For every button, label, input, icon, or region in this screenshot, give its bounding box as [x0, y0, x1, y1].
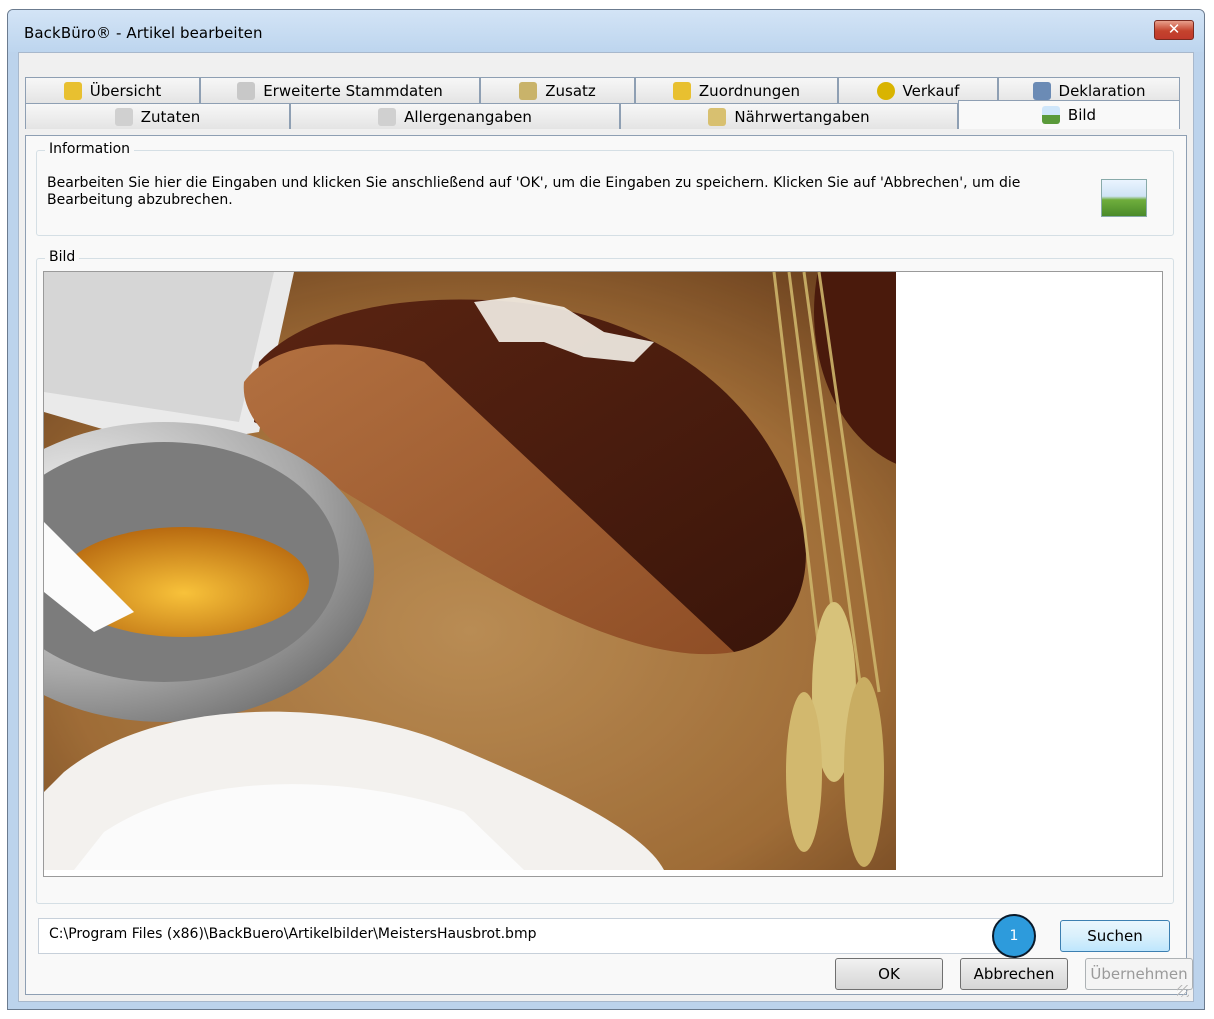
step-marker: 1: [992, 914, 1036, 958]
tab-label: Zuordnungen: [698, 81, 801, 100]
tab-allergenangaben[interactable]: Allergenangaben: [290, 103, 620, 129]
tab-erweiterte-stammdaten[interactable]: Erweiterte Stammdaten: [200, 77, 480, 103]
tab-label: Deklaration: [1058, 81, 1146, 100]
folder-icon: [63, 81, 82, 100]
tab-label: Bild: [1067, 106, 1097, 124]
tab-uebersicht[interactable]: Übersicht: [25, 77, 200, 103]
close-icon: ✕: [1167, 20, 1181, 38]
information-legend: Information: [45, 141, 135, 157]
picture-icon: [1041, 106, 1060, 124]
image-preview: [43, 271, 1163, 877]
image-group: Bild: [36, 249, 1174, 904]
bread-photo: [44, 272, 896, 870]
window-title: BackBüro® - Artikel bearbeiten: [24, 24, 263, 42]
tab-panel-bild: Information Bearbeiten Sie hier die Eing…: [25, 135, 1187, 995]
printer-icon: [237, 81, 256, 100]
image-legend: Bild: [45, 249, 80, 265]
resize-grip[interactable]: [1177, 985, 1189, 997]
tab-label: Verkauf: [902, 81, 960, 100]
information-text: Bearbeiten Sie hier die Eingaben und kli…: [47, 175, 1021, 208]
tab-label: Übersicht: [89, 81, 162, 100]
document-warning-icon: [378, 107, 397, 126]
jar-icon: [708, 107, 727, 126]
document-icon: [114, 107, 133, 126]
tab-zuordnungen[interactable]: Zuordnungen: [635, 77, 838, 103]
tab-row-2: Zutaten Allergenangaben Nährwertangaben …: [25, 100, 1187, 129]
dialog-window: BackBüro® - Artikel bearbeiten ✕ Übersic…: [7, 9, 1205, 1010]
tab-bild[interactable]: Bild: [958, 100, 1180, 129]
image-path-input[interactable]: C:\Program Files (x86)\BackBuero\Artikel…: [38, 918, 1004, 954]
title-bar[interactable]: BackBüro® - Artikel bearbeiten ✕: [8, 10, 1204, 52]
cancel-button[interactable]: Abbrechen: [960, 958, 1068, 990]
folder-icon: [672, 81, 691, 100]
coins-icon: [876, 81, 895, 100]
tab-zutaten[interactable]: Zutaten: [25, 103, 290, 129]
tab-label: Nährwertangaben: [734, 107, 870, 126]
dialog-client: Übersicht Erweiterte Stammdaten Zusatz Z…: [18, 52, 1194, 1002]
list-icon: [1032, 81, 1051, 100]
bread-photo-svg: [44, 272, 896, 870]
tab-label: Erweiterte Stammdaten: [263, 81, 443, 100]
tab-label: Zusatz: [545, 81, 596, 100]
tab-zusatz[interactable]: Zusatz: [480, 77, 635, 103]
tab-naehrwertangaben[interactable]: Nährwertangaben: [620, 103, 958, 129]
information-group: Information Bearbeiten Sie hier die Eing…: [36, 141, 1174, 236]
close-button[interactable]: ✕: [1154, 20, 1194, 40]
tab-label: Allergenangaben: [404, 107, 532, 126]
tools-icon: [519, 81, 538, 100]
picture-icon: [1101, 179, 1147, 217]
ok-button[interactable]: OK: [835, 958, 943, 990]
search-button[interactable]: Suchen: [1060, 920, 1170, 952]
tab-label: Zutaten: [140, 107, 201, 126]
